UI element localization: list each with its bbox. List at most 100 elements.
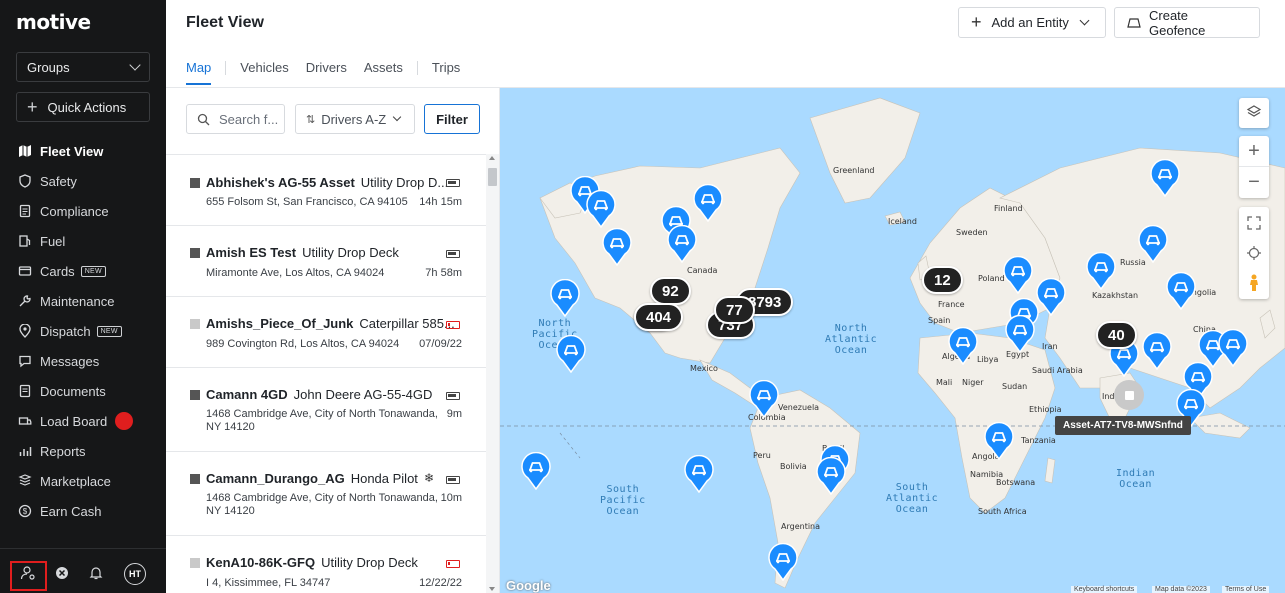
document-icon — [18, 204, 32, 218]
cluster-marker[interactable]: 77 — [714, 296, 755, 324]
vehicle-pin-icon[interactable] — [586, 189, 616, 229]
marketplace-icon — [18, 474, 32, 488]
sidebar-item-compliance[interactable]: Compliance — [0, 196, 166, 226]
sidebar-item-label: Messages — [40, 353, 100, 369]
motive-logo[interactable]: motive — [16, 10, 91, 34]
vehicle-pin-icon[interactable] — [521, 451, 551, 491]
tab-drivers[interactable]: Drivers — [306, 60, 347, 85]
vehicle-pin-icon[interactable] — [1036, 277, 1066, 317]
search-input[interactable]: Search f... — [186, 104, 285, 134]
vehicle-pin-icon[interactable] — [556, 334, 586, 374]
vehicle-pin-icon[interactable] — [816, 456, 846, 496]
cluster-marker[interactable]: 92 — [650, 277, 691, 305]
chevron-down-icon — [392, 112, 402, 122]
groups-dropdown[interactable]: Groups — [16, 52, 150, 82]
cluster-marker[interactable]: 12 — [922, 266, 963, 294]
tab-assets[interactable]: Assets — [364, 60, 403, 85]
vehicle-pin-icon[interactable] — [1218, 328, 1248, 368]
create-geofence-button[interactable]: Create Geofence — [1114, 7, 1260, 38]
fullscreen-icon[interactable] — [1239, 208, 1269, 238]
list-item[interactable]: Amish ES Test Utility Drop Deck Miramonte… — [166, 226, 486, 297]
filter-button[interactable]: Filter — [424, 104, 480, 134]
add-entity-button[interactable]: + Add an Entity — [958, 7, 1106, 38]
help-icon[interactable] — [52, 563, 72, 583]
vehicle-pin-icon[interactable] — [1142, 331, 1172, 371]
vehicle-pin-icon[interactable] — [1086, 251, 1116, 291]
sidebar-item-fuel[interactable]: Fuel — [0, 226, 166, 256]
entity-type: Utility Drop Deck — [321, 555, 418, 570]
status-indicator — [190, 390, 200, 400]
sidebar-item-load-board[interactable]: Load Board — [0, 406, 166, 436]
label-argentina: Argentina — [781, 522, 821, 531]
vehicle-pin-icon[interactable] — [667, 224, 697, 264]
locate-icon[interactable] — [1239, 238, 1269, 268]
label-iran: Iran — [1042, 342, 1058, 351]
vehicle-pin-icon[interactable] — [693, 183, 723, 223]
street-view-pegman-icon[interactable] — [1239, 268, 1269, 298]
label-venezuela: Venezuela — [778, 403, 820, 412]
sidebar-item-marketplace[interactable]: Marketplace — [0, 466, 166, 496]
vehicle-pin-icon[interactable] — [1150, 158, 1180, 198]
sidebar-item-maintenance[interactable]: Maintenance — [0, 286, 166, 316]
entity-time: 7h 58m — [425, 267, 462, 279]
zoom-in-button[interactable]: + — [1239, 136, 1269, 167]
entity-name-text: Abhishek's AG-55 Asset — [206, 175, 355, 190]
bell-icon[interactable] — [86, 563, 106, 583]
zoom-out-button[interactable]: − — [1239, 167, 1269, 198]
list-item[interactable]: Camann_Durango_AG Honda Pilot ❄ 1468 Camb… — [166, 452, 486, 536]
list-scrollbar[interactable] — [486, 154, 499, 593]
battery-icon — [446, 476, 460, 484]
vehicle-pin-icon[interactable] — [1005, 314, 1035, 354]
user-settings-icon[interactable] — [18, 563, 38, 583]
vehicle-pin-icon[interactable] — [768, 542, 798, 582]
sidebar-item-earn-cash[interactable]: $ Earn Cash — [0, 496, 166, 526]
vehicle-pin-icon[interactable] — [550, 278, 580, 318]
vehicle-pin-icon[interactable] — [1166, 271, 1196, 311]
sidebar-item-dispatch[interactable]: Dispatch NEW — [0, 316, 166, 346]
vehicle-pin-icon[interactable] — [1003, 255, 1033, 295]
terms-of-use-link[interactable]: Terms of Use — [1222, 586, 1270, 593]
vehicle-pin-icon[interactable] — [984, 421, 1014, 461]
vehicle-pin-icon[interactable] — [948, 326, 978, 366]
zoom-control: + − — [1239, 136, 1269, 198]
sort-dropdown[interactable]: ⇅ Drivers A-Z — [295, 104, 415, 134]
cluster-marker[interactable]: 40 — [1096, 321, 1137, 349]
sidebar-item-messages[interactable]: Messages — [0, 346, 166, 376]
list-item[interactable]: Camann 4GD John Deere AG-55-4GD 1468 Camb… — [166, 368, 486, 452]
sidebar-item-label: Compliance — [40, 203, 109, 219]
status-indicator — [190, 558, 200, 568]
user-avatar[interactable]: HT — [124, 563, 146, 585]
tab-map[interactable]: Map — [186, 60, 212, 85]
scroll-thumb[interactable] — [488, 168, 497, 186]
vehicle-pin-icon[interactable] — [749, 379, 779, 419]
sidebar-item-safety[interactable]: Safety — [0, 166, 166, 196]
label-peru: Peru — [753, 451, 771, 460]
list-item[interactable]: KenA10-86K-GFQ Utility Drop Deck I 4, Kis… — [166, 536, 486, 593]
map-layers-button[interactable] — [1239, 98, 1269, 128]
keyboard-shortcuts-link[interactable]: Keyboard shortcuts — [1071, 586, 1138, 593]
sidebar-item-fleet-view[interactable]: Fleet View — [0, 136, 166, 166]
vehicle-pin-icon[interactable] — [602, 227, 632, 267]
list-item[interactable]: Abhishek's AG-55 Asset Utility Drop D... … — [166, 155, 486, 226]
notification-dot — [115, 412, 134, 430]
list-item[interactable]: Amishs_Piece_Of_Junk Caterpillar 585... 9… — [166, 297, 486, 368]
scroll-down-arrow[interactable] — [489, 587, 495, 591]
quick-actions-button[interactable]: + Quick Actions — [16, 92, 150, 122]
vehicle-pin-icon[interactable] — [684, 454, 714, 494]
sidebar-item-reports[interactable]: Reports — [0, 436, 166, 466]
selected-asset-marker[interactable] — [1114, 380, 1144, 410]
tab-trips[interactable]: Trips — [432, 60, 460, 85]
cluster-marker[interactable]: 404 — [634, 303, 684, 331]
fleet-map[interactable]: Greenland Iceland Canada Mexico Sweden F… — [500, 88, 1285, 593]
entity-address: 989 Covington Rd, Los Altos, CA 94024 — [206, 338, 400, 350]
ocean-label-line: South — [895, 482, 929, 493]
chevron-down-icon — [1079, 15, 1090, 26]
vehicle-pin-icon[interactable] — [1138, 224, 1168, 264]
tab-vehicles[interactable]: Vehicles — [240, 60, 288, 85]
sidebar-item-cards[interactable]: Cards NEW — [0, 256, 166, 286]
label-mali: Mali — [936, 378, 953, 387]
sidebar-item-documents[interactable]: Documents — [0, 376, 166, 406]
scroll-up-arrow[interactable] — [489, 156, 495, 160]
sidebar-item-label: Dispatch — [40, 323, 91, 339]
label-south-africa: South Africa — [978, 507, 1027, 516]
